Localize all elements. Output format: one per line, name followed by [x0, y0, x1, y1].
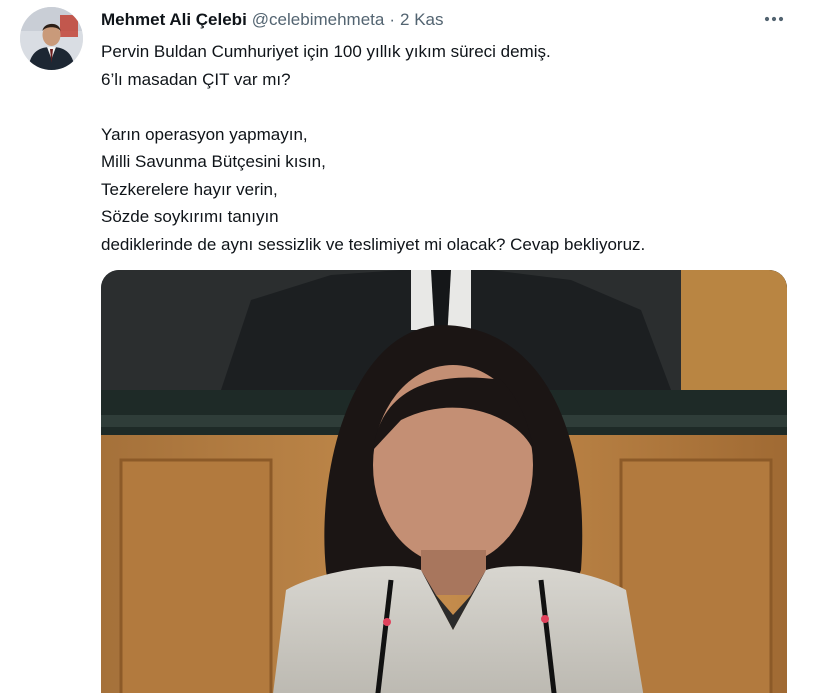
tweet-text-line: 6’lı masadan ÇIT var mı? — [101, 69, 291, 89]
header-separator: · — [389, 10, 396, 29]
more-options-button[interactable] — [763, 10, 785, 28]
tweet-media-video[interactable] — [101, 270, 787, 693]
tweet-text-line: Pervin Buldan Cumhuriyet için 100 yıllık… — [101, 42, 551, 61]
author-avatar[interactable] — [20, 7, 83, 70]
tweet-text-line: Yarın operasyon yapmayın, — [101, 124, 308, 144]
tweet-text-line: Milli Savunma Bütçesini kısın, — [101, 152, 326, 171]
author-display-name[interactable]: Mehmet Ali Çelebi — [101, 10, 247, 30]
tweet-text-line: Sözde soykırımı tanıyın — [101, 207, 279, 226]
tweet-text-line: dediklerinde de aynı sessizlik ve teslim… — [101, 234, 646, 254]
more-horizontal-icon — [764, 16, 784, 22]
tweet-timestamp[interactable]: 2 Kas — [400, 10, 443, 30]
profile-photo-icon — [20, 7, 83, 70]
author-handle[interactable]: @celebimehmeta — [252, 10, 385, 30]
video-thumbnail-image — [101, 270, 787, 693]
tweet-header: Mehmet Ali Çelebi @celebimehmeta · 2 Kas — [101, 8, 444, 32]
tweet-text: Pervin Buldan Cumhuriyet için 100 yıllık… — [101, 38, 801, 258]
tweet-text-line: Tezkerelere hayır verin, — [101, 179, 278, 199]
tweet[interactable]: Mehmet Ali Çelebi @celebimehmeta · 2 Kas… — [0, 0, 821, 693]
tweet-text-blank-line — [101, 93, 801, 121]
